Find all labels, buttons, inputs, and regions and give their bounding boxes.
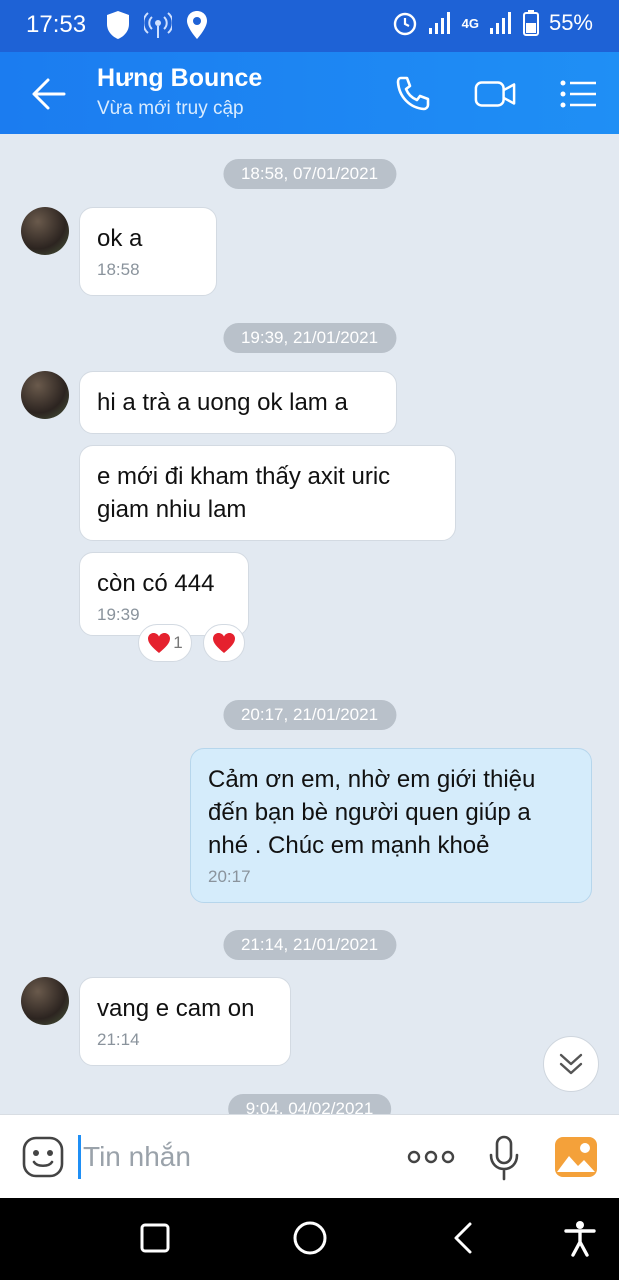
shield-icon: [107, 11, 129, 39]
location-icon: [187, 11, 207, 39]
signal-icon: [428, 12, 450, 34]
status-time: 17:53: [26, 11, 87, 38]
heart-icon: [213, 633, 235, 653]
date-separator: 19:39, 21/01/2021: [222, 323, 397, 353]
message-time: 20:17: [208, 867, 251, 886]
chat-header: Hưng Bounce Vừa mới truy cập: [0, 52, 619, 134]
menu-list-icon[interactable]: [558, 74, 600, 114]
message-text: e mới đi kham thấy axit uric giam nhiu l…: [97, 463, 391, 523]
message-text: hi a trà a uong ok lam a: [97, 389, 348, 416]
recent-apps-icon[interactable]: [135, 1218, 175, 1258]
phone-icon[interactable]: [392, 74, 434, 114]
network-type: 4G: [461, 15, 479, 31]
date-separator: 21:14, 21/01/2021: [222, 930, 397, 960]
image-gallery-icon[interactable]: [554, 1136, 598, 1178]
message-time: 19:39: [97, 605, 140, 624]
back-arrow-icon[interactable]: [28, 76, 68, 112]
system-navigation-bar: [0, 1198, 619, 1280]
message-text: ok a: [97, 225, 143, 252]
microphone-icon[interactable]: [488, 1135, 520, 1181]
back-icon[interactable]: [444, 1218, 484, 1258]
message-bubble[interactable]: vang e cam on 21:14: [79, 977, 291, 1066]
message-text: Cảm ơn em, nhờ em giới thiệu đến bạn bè …: [208, 766, 536, 859]
message-bubble[interactable]: e mới đi kham thấy axit uric giam nhiu l…: [79, 445, 456, 541]
contact-name[interactable]: Hưng Bounce: [97, 64, 262, 93]
message-bubble[interactable]: ok a 18:58: [79, 207, 217, 296]
date-separator: 20:17, 21/01/2021: [222, 700, 397, 730]
avatar[interactable]: [21, 207, 69, 255]
message-bubble-outgoing[interactable]: Cảm ơn em, nhờ em giới thiệu đến bạn bè …: [190, 748, 592, 903]
react-button[interactable]: [203, 624, 245, 662]
message-list[interactable]: 18:58, 07/01/2021 ok a 18:58 19:39, 21/0…: [0, 134, 619, 1114]
double-chevron-down-icon: [559, 1053, 583, 1075]
avatar[interactable]: [21, 371, 69, 419]
message-composer: [0, 1114, 619, 1198]
reaction-count: 1: [173, 633, 183, 652]
date-separator: 9:04, 04/02/2021: [227, 1094, 392, 1114]
signal-icon: [489, 12, 511, 34]
accessibility-icon[interactable]: [560, 1218, 600, 1258]
hotspot-icon: [144, 12, 172, 38]
scroll-to-bottom-button[interactable]: [543, 1036, 599, 1092]
video-call-icon[interactable]: [474, 74, 516, 114]
message-input[interactable]: [78, 1135, 378, 1179]
message-time: 18:58: [97, 260, 140, 279]
contact-status: Vừa mới truy cập: [97, 98, 244, 119]
heart-icon: [148, 633, 171, 653]
home-icon[interactable]: [290, 1218, 330, 1258]
date-separator: 18:58, 07/01/2021: [222, 159, 397, 189]
battery-icon: [522, 10, 539, 36]
avatar[interactable]: [21, 977, 69, 1025]
emoji-icon[interactable]: [22, 1136, 64, 1178]
alarm-icon: [393, 12, 416, 36]
message-text: vang e cam on: [97, 995, 255, 1022]
message-bubble[interactable]: hi a trà a uong ok lam a: [79, 371, 397, 434]
message-text: còn có 444: [97, 570, 215, 597]
battery-percent: 55%: [548, 10, 593, 35]
status-bar: 17:53 4G 55%: [0, 0, 619, 52]
more-options-icon[interactable]: [406, 1143, 456, 1171]
message-time: 21:14: [97, 1030, 140, 1049]
reaction-summary[interactable]: 1: [138, 624, 192, 662]
